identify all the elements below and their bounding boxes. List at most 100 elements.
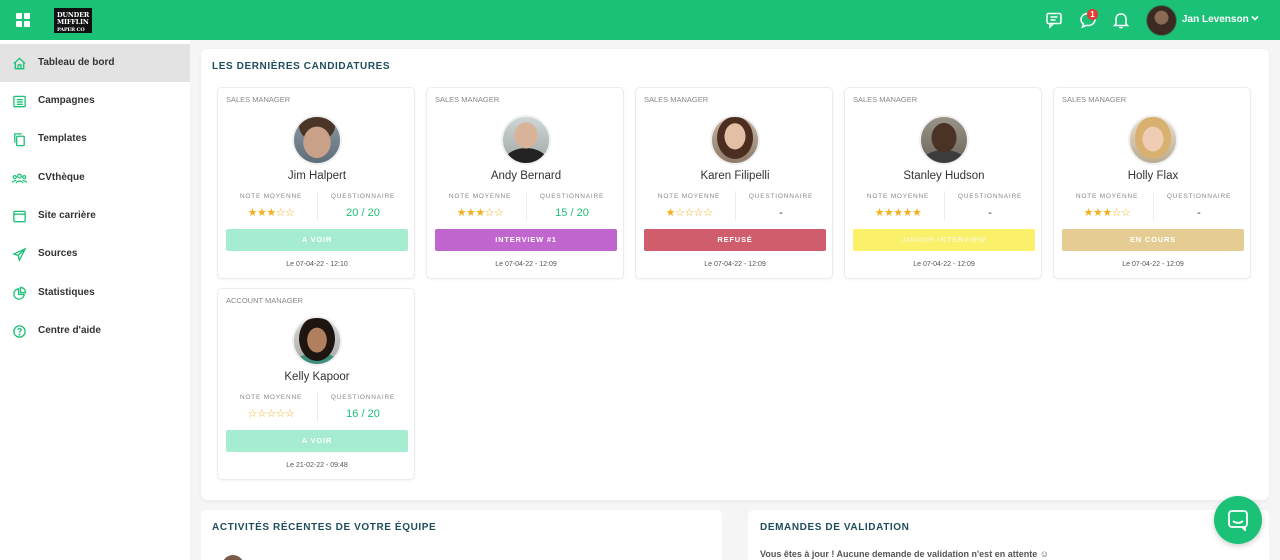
candidate-name: Kelly Kapoor <box>284 371 350 383</box>
sidebar-item-label: Tableau de bord <box>38 57 115 68</box>
star-rating: ★★★☆☆ <box>1083 207 1131 219</box>
candidate-name: Holly Flax <box>1127 170 1179 182</box>
candidate-card[interactable]: SALES MANAGER Jim Halpert NOTE MOYENNE Q… <box>217 87 415 279</box>
sidebar-item-label: CVthèque <box>38 172 85 183</box>
candidate-photo <box>919 115 969 165</box>
questionnaire-score: - <box>1197 207 1201 219</box>
candidate-role: SALES MANAGER <box>644 95 709 104</box>
candidate-card[interactable]: ACCOUNT MANAGER Kelly Kapoor NOTE MOYENN… <box>217 288 415 480</box>
sidebar-item-label: Campagnes <box>38 95 95 106</box>
section-title: LES DERNIÈRES CANDIDATURES <box>212 61 391 72</box>
candidate-card[interactable]: SALES MANAGER Karen Filipelli NOTE MOYEN… <box>635 87 833 279</box>
bell-icon[interactable] <box>1112 11 1130 29</box>
candidate-name: Jim Halpert <box>287 170 347 182</box>
apps-grid-icon[interactable] <box>16 13 30 27</box>
candidate-photo <box>710 115 760 165</box>
notification-badge: 1 <box>1087 9 1098 20</box>
chat-launcher-button[interactable] <box>1214 496 1262 544</box>
sidebar-item-campaigns[interactable]: Campagnes <box>0 82 190 120</box>
questionnaire-score: - <box>779 207 783 219</box>
candidate-name: Karen Filipelli <box>700 170 770 182</box>
application-date: Le 07-04-22 - 12:10 <box>286 261 348 268</box>
candidate-card[interactable]: SALES MANAGER Holly Flax NOTE MOYENNE QU… <box>1053 87 1251 279</box>
help-icon <box>13 325 26 338</box>
questionnaire-label: QUESTIONNAIRE <box>1166 193 1232 200</box>
candidate-name: Andy Bernard <box>490 170 562 182</box>
candidate-photo <box>1128 115 1178 165</box>
rating-label: NOTE MOYENNE <box>239 193 303 200</box>
copy-icon <box>14 133 25 147</box>
sidebar: Tableau de bord Campagnes Templates CVth… <box>0 40 190 560</box>
application-date: Le 07-04-22 - 12:09 <box>495 261 557 268</box>
user-avatar[interactable] <box>1146 5 1177 36</box>
sidebar-item-label: Templates <box>38 133 87 144</box>
star-rating: ★★★☆☆ <box>247 207 295 219</box>
status-button[interactable]: JUNIOR INTERVIEW <box>853 229 1035 251</box>
rating-label: NOTE MOYENNE <box>448 193 512 200</box>
questionnaire-score: 15 / 20 <box>555 207 589 219</box>
sidebar-item-dashboard[interactable]: Tableau de bord <box>0 44 190 82</box>
candidate-photo <box>501 115 551 165</box>
rating-label: NOTE MOYENNE <box>239 394 303 401</box>
questionnaire-score: 20 / 20 <box>346 207 380 219</box>
validation-title: DEMANDES DE VALIDATION <box>760 522 910 533</box>
team-activity-panel <box>201 510 722 560</box>
chevron-down-icon[interactable] <box>1250 13 1260 23</box>
candidate-role: SALES MANAGER <box>853 95 918 104</box>
rating-label: NOTE MOYENNE <box>657 193 721 200</box>
sidebar-item-statistics[interactable]: Statistiques <box>0 274 190 312</box>
application-date: Le 07-04-22 - 12:09 <box>913 261 975 268</box>
chat-bubble-icon <box>1228 510 1248 531</box>
pie-chart-icon <box>13 286 27 300</box>
candidate-role: SALES MANAGER <box>435 95 500 104</box>
star-rating: ★★★☆☆ <box>456 207 504 219</box>
sidebar-item-cvtheque[interactable]: CVthèque <box>0 159 190 197</box>
application-date: Le 07-04-22 - 12:09 <box>704 261 766 268</box>
candidate-name: Stanley Hudson <box>903 170 985 182</box>
status-button[interactable]: REFUSÉ <box>644 229 826 251</box>
window-icon <box>13 210 26 223</box>
validation-message: Vous êtes à jour ! Aucune demande de val… <box>760 549 1049 559</box>
sidebar-item-templates[interactable]: Templates <box>0 120 190 158</box>
candidate-card[interactable]: SALES MANAGER Stanley Hudson NOTE MOYENN… <box>844 87 1042 279</box>
sidebar-item-label: Site carrière <box>38 210 96 221</box>
sidebar-item-label: Sources <box>38 248 78 259</box>
candidate-card[interactable]: SALES MANAGER Andy Bernard NOTE MOYENNE … <box>426 87 624 279</box>
candidate-photo <box>292 115 342 165</box>
sidebar-item-career-site[interactable]: Site carrière <box>0 197 190 235</box>
status-button[interactable]: INTERVIEW #1 <box>435 229 617 251</box>
questionnaire-label: QUESTIONNAIRE <box>748 193 814 200</box>
message-icon[interactable] <box>1045 11 1063 29</box>
company-logo[interactable]: DUNDER MIFFLIN PAPER CO <box>54 8 92 33</box>
users-icon <box>12 173 27 184</box>
star-rating: ☆☆☆☆☆ <box>247 408 295 420</box>
star-rating: ★☆☆☆☆ <box>665 207 713 219</box>
user-name[interactable]: Jan Levenson <box>1182 14 1249 25</box>
application-date: Le 07-04-22 - 12:09 <box>1122 261 1184 268</box>
questionnaire-score: 16 / 20 <box>346 408 380 420</box>
candidate-role: ACCOUNT MANAGER <box>226 296 303 305</box>
sidebar-item-help[interactable]: Centre d'aide <box>0 312 190 350</box>
questionnaire-label: QUESTIONNAIRE <box>330 394 396 401</box>
send-icon <box>12 247 27 262</box>
questionnaire-label: QUESTIONNAIRE <box>957 193 1023 200</box>
top-bar: DUNDER MIFFLIN PAPER CO 1 Jan Levenson <box>0 0 1280 40</box>
rating-label: NOTE MOYENNE <box>866 193 930 200</box>
status-button[interactable]: A VOIR <box>226 229 408 251</box>
sidebar-item-sources[interactable]: Sources <box>0 235 190 273</box>
questionnaire-label: QUESTIONNAIRE <box>330 193 396 200</box>
questionnaire-label: QUESTIONNAIRE <box>539 193 605 200</box>
sidebar-item-label: Statistiques <box>38 287 95 298</box>
status-button[interactable]: EN COURS <box>1062 229 1244 251</box>
candidate-role: SALES MANAGER <box>226 95 291 104</box>
candidate-role: SALES MANAGER <box>1062 95 1127 104</box>
rating-label: NOTE MOYENNE <box>1075 193 1139 200</box>
questionnaire-score: - <box>988 207 992 219</box>
list-icon <box>13 95 26 108</box>
application-date: Le 21-02-22 - 09:48 <box>286 462 348 469</box>
sidebar-item-label: Centre d'aide <box>38 325 101 336</box>
status-button[interactable]: A VOIR <box>226 430 408 452</box>
candidate-photo <box>292 316 342 366</box>
team-activity-title: ACTIVITÉS RÉCENTES DE VOTRE ÉQUIPE <box>212 522 437 533</box>
star-rating: ★★★★★ <box>874 207 922 219</box>
